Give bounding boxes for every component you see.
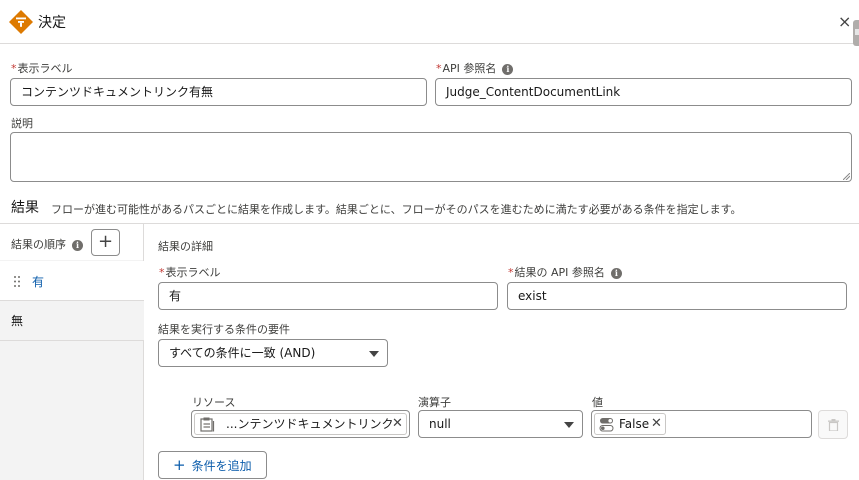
required-marker: * — [159, 266, 165, 279]
outcome-item-yes[interactable]: 有 — [0, 261, 144, 301]
required-marker: * — [11, 62, 17, 75]
add-outcome-button[interactable]: + — [91, 229, 120, 256]
required-marker: * — [508, 266, 514, 279]
outcome-detail-title: 結果の詳細 — [158, 240, 213, 253]
outcome-api-input[interactable]: exist — [507, 282, 847, 310]
info-icon[interactable]: i — [610, 268, 622, 279]
api-name-field-label: *API 参照名 i — [436, 60, 514, 76]
toggle-icon — [599, 418, 614, 432]
resource-combobox[interactable]: ...ンテンツドキュメントリンク ✕ — [191, 410, 410, 438]
close-icon[interactable]: × — [838, 12, 851, 31]
requirement-select[interactable]: すべての条件に一致 (AND) — [158, 339, 388, 367]
description-textarea[interactable] — [10, 132, 852, 182]
value-combobox[interactable]: False ✕ — [591, 410, 812, 438]
label-input[interactable]: コンテンツドキュメントリンク有無 — [10, 78, 427, 106]
operator-label: 演算子 — [418, 396, 451, 409]
outcome-item-no[interactable]: 無 — [0, 301, 144, 341]
resize-handle-icon[interactable] — [843, 173, 850, 180]
results-title: 結果 — [11, 200, 39, 216]
outcome-item-label: 無 — [11, 314, 24, 328]
remove-icon[interactable]: ✕ — [392, 416, 403, 432]
add-condition-label: 条件を追加 — [191, 459, 252, 473]
outcome-order-title: 結果の順序 i — [11, 236, 83, 252]
resource-pill[interactable]: ...ンテンツドキュメントリンク ✕ — [194, 413, 407, 435]
resource-label: リソース — [192, 396, 236, 409]
requirement-value: すべての条件に一致 (AND) — [169, 346, 316, 360]
label-field-label: *表示ラベル — [11, 62, 73, 75]
api-name-input[interactable]: Judge_ContentDocumentLink — [435, 78, 852, 106]
outcome-api-field-label: *結果の API 参照名 i — [508, 264, 622, 280]
collection-icon — [200, 417, 215, 432]
value-pill-label: False — [619, 417, 650, 431]
operator-select[interactable]: null — [418, 410, 583, 438]
trash-icon — [828, 419, 839, 431]
value-label: 値 — [592, 396, 603, 409]
delete-condition-button[interactable] — [818, 410, 848, 439]
info-icon[interactable]: i — [72, 240, 83, 251]
modal-header — [0, 0, 859, 44]
modal-title: 決定 — [38, 15, 66, 31]
decision-icon — [9, 10, 33, 34]
add-icon: + — [173, 456, 186, 474]
info-icon[interactable]: i — [502, 64, 514, 75]
drag-handle-icon[interactable] — [13, 275, 21, 288]
outcome-label-field-label: *表示ラベル — [159, 266, 221, 279]
required-marker: * — [436, 62, 442, 75]
results-description: フローが進む可能性があるパスごとに結果を作成します。結果ごとに、フローがそのパス… — [51, 203, 742, 216]
chevron-down-icon — [564, 422, 574, 428]
resource-pill-label: ...ンテンツドキュメントリンク — [226, 417, 394, 431]
outcome-item-label: 有 — [32, 275, 45, 289]
requirement-label: 結果を実行する条件の要件 — [158, 323, 290, 336]
remove-icon[interactable]: ✕ — [651, 416, 662, 432]
side-panel-tab[interactable] — [853, 20, 859, 46]
chevron-down-icon — [369, 351, 379, 357]
value-pill[interactable]: False ✕ — [594, 413, 666, 435]
outcome-label-input[interactable]: 有 — [158, 282, 498, 310]
description-label: 説明 — [11, 117, 33, 130]
operator-value: null — [429, 417, 451, 431]
add-condition-button[interactable]: + 条件を追加 — [158, 451, 267, 479]
